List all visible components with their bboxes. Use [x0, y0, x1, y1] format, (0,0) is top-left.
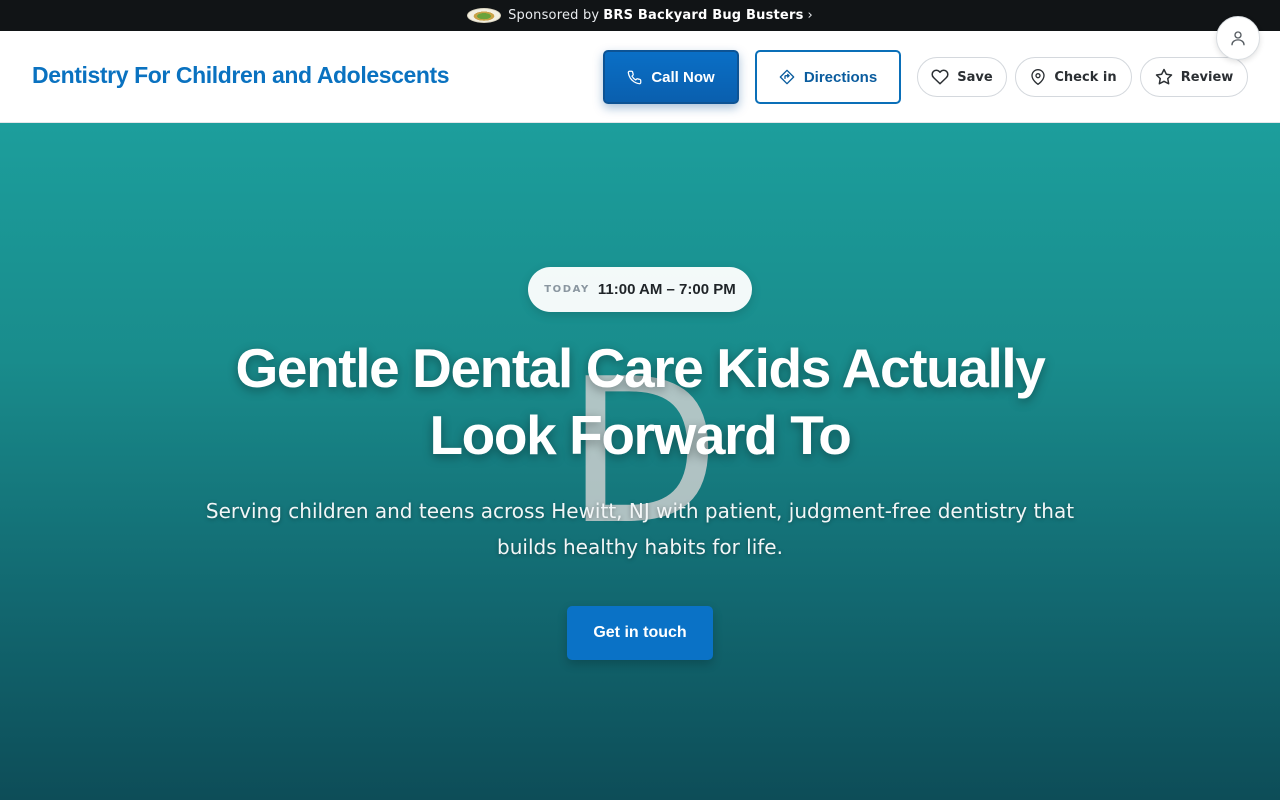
- site-title[interactable]: Dentistry For Children and Adolescents: [32, 62, 450, 89]
- user-icon: [1231, 31, 1245, 46]
- chevron-right-icon: ›: [807, 8, 813, 23]
- directions-label: Directions: [803, 68, 878, 86]
- sponsor-brand[interactable]: BRS Backyard Bug Busters: [603, 8, 803, 23]
- directions-button[interactable]: Directions: [755, 50, 901, 104]
- hero-headline: Gentle Dental Care Kids Actually Look Fo…: [235, 337, 1046, 466]
- call-now-button[interactable]: Call Now: [603, 50, 739, 104]
- hours-label: TODAY: [544, 284, 590, 295]
- hero-section: D TODAY 11:00 AM – 7:00 PM Gentle Dental…: [0, 123, 1280, 800]
- hours-value: 11:00 AM – 7:00 PM: [597, 281, 736, 298]
- save-label: Save: [957, 69, 993, 85]
- hero-subtitle: Serving children and teens across Hewitt…: [205, 499, 1075, 559]
- hours-badge: TODAY 11:00 AM – 7:00 PM: [528, 267, 752, 312]
- star-icon: [1155, 68, 1172, 85]
- map-pin-icon: [1031, 69, 1046, 85]
- heart-icon: [931, 69, 949, 85]
- site-header: Dentistry For Children and Adolescents C…: [0, 31, 1280, 123]
- sponsor-bar[interactable]: Sponsored by BRS Backyard Bug Busters ›: [0, 0, 1280, 31]
- sponsor-prefix: Sponsored by: [508, 8, 600, 23]
- get-in-touch-button[interactable]: Get in touch: [567, 606, 713, 660]
- save-button[interactable]: Save: [917, 57, 1007, 97]
- directions-icon: [779, 69, 795, 85]
- phone-icon: [628, 70, 642, 84]
- review-label: Review: [1180, 69, 1234, 85]
- sponsor-logo-icon: [467, 8, 502, 23]
- account-button[interactable]: [1216, 16, 1260, 60]
- check-in-label: Check in: [1054, 69, 1117, 85]
- review-button[interactable]: Review: [1140, 57, 1248, 97]
- check-in-button[interactable]: Check in: [1015, 57, 1132, 97]
- call-now-label: Call Now: [651, 68, 715, 86]
